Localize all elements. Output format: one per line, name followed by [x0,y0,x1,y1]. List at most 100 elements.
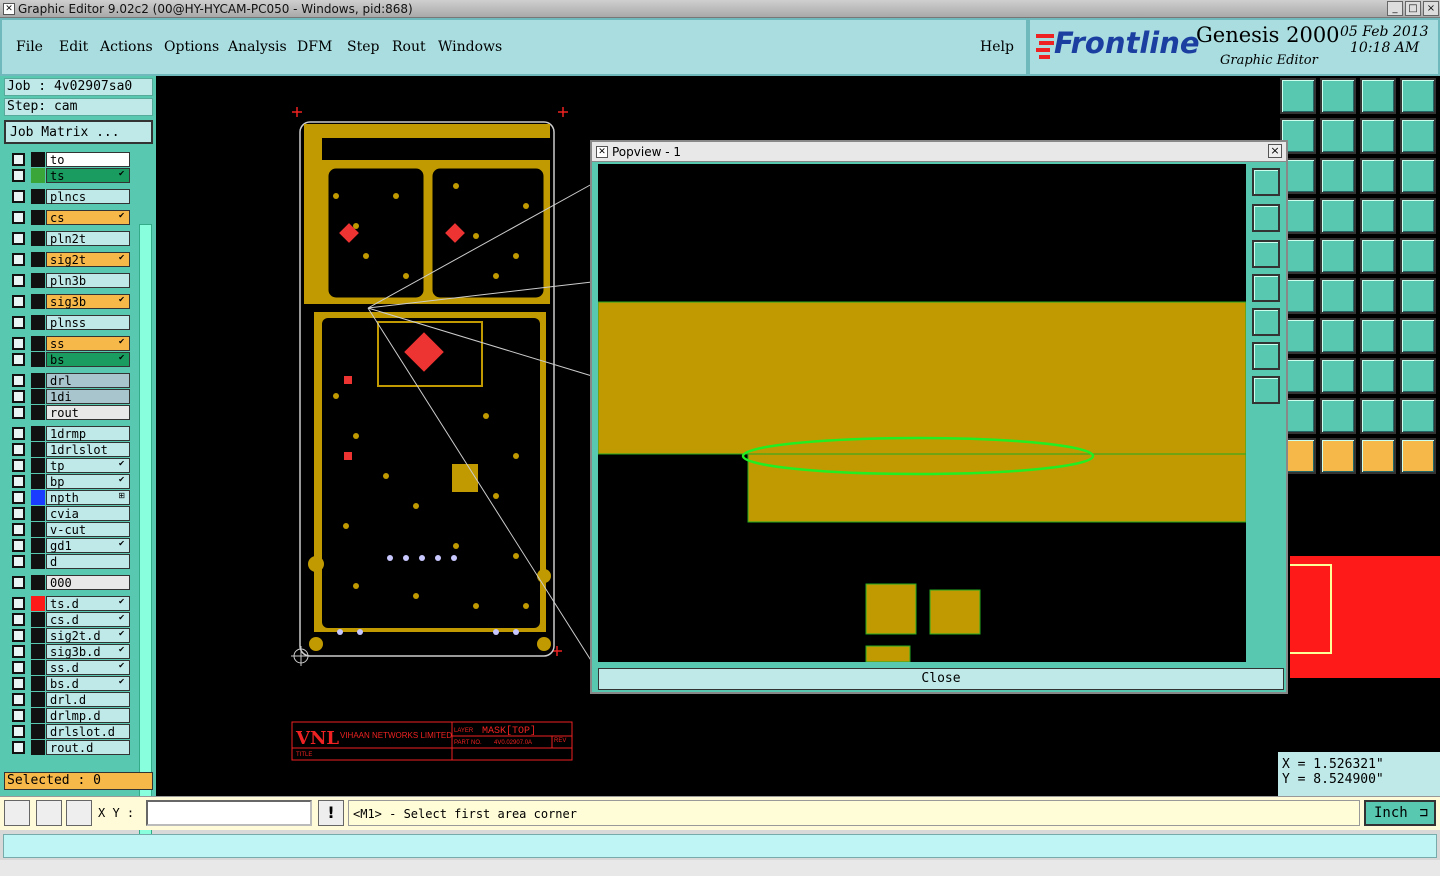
popview-canvas[interactable] [598,164,1246,662]
tool-slope-icon[interactable] [1320,238,1356,274]
layer-row[interactable]: bs.d ✔ [8,676,130,691]
layer-color-swatch[interactable] [31,676,45,691]
layer-row[interactable]: 1drmp [8,426,130,441]
menu-actions[interactable]: Actions [100,39,153,55]
layer-color-swatch[interactable] [31,442,45,457]
layer-row[interactable]: 1drlslot [8,442,130,457]
layer-name[interactable]: v-cut [46,522,130,537]
mini-map[interactable] [1290,556,1440,678]
layer-name[interactable]: 1di [46,389,130,404]
tool-help-icon[interactable] [1400,158,1436,194]
tool-ratio-icon[interactable] [1360,158,1396,194]
layer-checkbox[interactable] [12,539,25,552]
job-matrix-button[interactable]: Job Matrix ... [4,120,153,144]
popview-pan-vertical-button[interactable] [1252,342,1280,370]
layer-checkbox[interactable] [12,211,25,224]
layer-row[interactable]: tp ✔ [8,458,130,473]
layer-color-swatch[interactable] [31,294,45,309]
layer-checkbox[interactable] [12,374,25,387]
layer-checkbox[interactable] [12,661,25,674]
tool-move-icon[interactable] [1320,158,1356,194]
tool-pointer-b-icon[interactable] [1320,438,1356,474]
layer-row[interactable]: sig2t ✔ [8,252,130,267]
layer-checkbox[interactable] [12,190,25,203]
layer-row[interactable]: gd1 ✔ [8,538,130,553]
layer-color-swatch[interactable] [31,612,45,627]
layer-row[interactable]: rout.d [8,740,130,755]
layer-color-swatch[interactable] [31,490,45,505]
menu-rout[interactable]: Rout [392,39,426,55]
layer-row[interactable]: plncs [8,189,130,204]
layer-name[interactable]: 000 [46,575,130,590]
tool-pointer-c-icon[interactable] [1360,438,1396,474]
layer-row[interactable]: cs.d ✔ [8,612,130,627]
tool-line-b-icon[interactable] [1320,318,1356,354]
layer-checkbox[interactable] [12,295,25,308]
layer-name[interactable]: drlslot.d [46,724,130,739]
tool-cross-icon[interactable] [1320,278,1356,314]
layer-color-swatch[interactable] [31,575,45,590]
popview-zoom-out-button[interactable] [1252,240,1280,268]
tool-download-icon[interactable] [1320,78,1356,114]
unit-selector[interactable]: Inch ⊐ [1364,800,1436,826]
tool-dash-icon[interactable] [1320,358,1356,394]
menu-analysis[interactable]: Analysis [228,39,287,55]
layer-color-swatch[interactable] [31,644,45,659]
menu-step[interactable]: Step [347,39,379,55]
layer-row[interactable]: drlslot.d [8,724,130,739]
layer-checkbox[interactable] [12,725,25,738]
layer-checkbox[interactable] [12,459,25,472]
tool-split-icon[interactable] [1360,278,1396,314]
layer-row[interactable]: cvia [8,506,130,521]
layer-color-swatch[interactable] [31,522,45,537]
layer-color-swatch[interactable] [31,389,45,404]
layer-color-swatch[interactable] [31,538,45,553]
layer-checkbox[interactable] [12,475,25,488]
layer-row[interactable]: bp ✔ [8,474,130,489]
layer-row[interactable]: ss.d ✔ [8,660,130,675]
layer-color-swatch[interactable] [31,210,45,225]
layer-row[interactable]: to [8,152,130,167]
layer-checkbox[interactable] [12,645,25,658]
layer-color-swatch[interactable] [31,336,45,351]
layer-checkbox[interactable] [12,316,25,329]
layer-row[interactable]: drlmp.d [8,708,130,723]
layer-row[interactable]: cs ✔ [8,210,130,225]
menu-options[interactable]: Options [164,39,219,55]
layer-checkbox[interactable] [12,709,25,722]
zoom-area-icon[interactable] [4,800,30,826]
layer-color-swatch[interactable] [31,474,45,489]
tool-flip-icon[interactable] [1360,118,1396,154]
layer-row[interactable]: 1di [8,389,130,404]
layer-name[interactable]: plncs [46,189,130,204]
layer-checkbox[interactable] [12,169,25,182]
layer-color-swatch[interactable] [31,596,45,611]
layer-color-swatch[interactable] [31,315,45,330]
layer-color-swatch[interactable] [31,231,45,246]
layer-row[interactable]: drl.d [8,692,130,707]
tool-ruler-icon[interactable] [1360,238,1396,274]
layer-checkbox[interactable] [12,555,25,568]
layer-checkbox[interactable] [12,741,25,754]
tool-a2-icon[interactable] [1360,398,1396,434]
layer-color-swatch[interactable] [31,373,45,388]
layer-name[interactable]: 1drmp [46,426,130,441]
layer-color-swatch[interactable] [31,740,45,755]
info-icon[interactable]: ! [318,800,344,826]
tool-arc-icon[interactable] [1360,318,1396,354]
tool-down-icon[interactable] [1320,118,1356,154]
layer-color-swatch[interactable] [31,554,45,569]
layer-row[interactable]: sig3b ✔ [8,294,130,309]
layer-checkbox[interactable] [12,406,25,419]
layer-name[interactable]: drlmp.d [46,708,130,723]
layer-color-swatch[interactable] [31,692,45,707]
layer-name[interactable]: drl [46,373,130,388]
tool-net-b-icon[interactable] [1400,198,1436,234]
layer-color-swatch[interactable] [31,628,45,643]
menu-help[interactable]: Help [980,39,1014,55]
layer-color-swatch[interactable] [31,660,45,675]
tool-join-icon[interactable] [1400,278,1436,314]
tool-measure-icon[interactable] [1360,358,1396,394]
layer-row[interactable]: d [8,554,130,569]
popview-pan-right-button[interactable] [1252,308,1280,336]
